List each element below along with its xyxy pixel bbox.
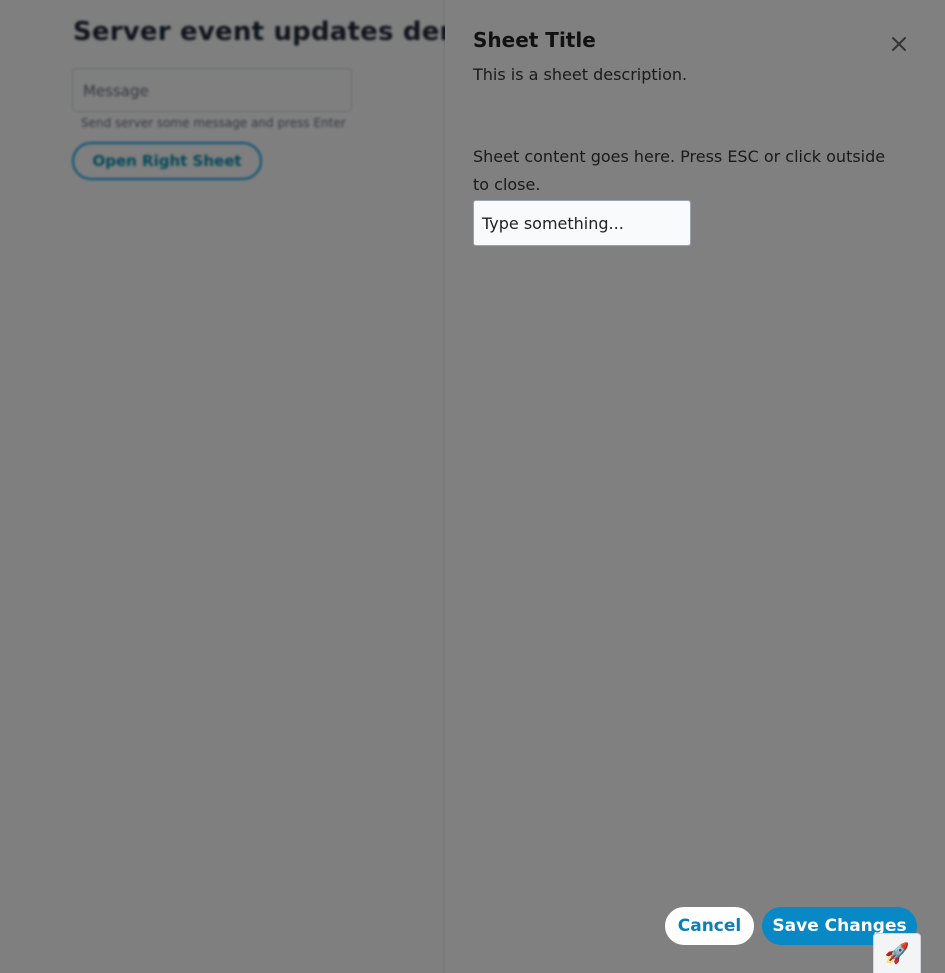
sheet-text-input[interactable] xyxy=(473,200,691,246)
rocket-launcher-button[interactable]: 🚀 xyxy=(873,933,921,973)
rocket-icon: 🚀 xyxy=(884,941,910,965)
cancel-button[interactable]: Cancel xyxy=(665,907,754,945)
sheet-content-text: Sheet content goes here. Press ESC or cl… xyxy=(473,147,886,194)
sheet-title: Sheet Title xyxy=(473,28,596,52)
right-sheet: Sheet Title This is a sheet description.… xyxy=(445,0,945,973)
close-icon[interactable] xyxy=(889,34,909,54)
sheet-description: This is a sheet description. xyxy=(473,65,688,84)
